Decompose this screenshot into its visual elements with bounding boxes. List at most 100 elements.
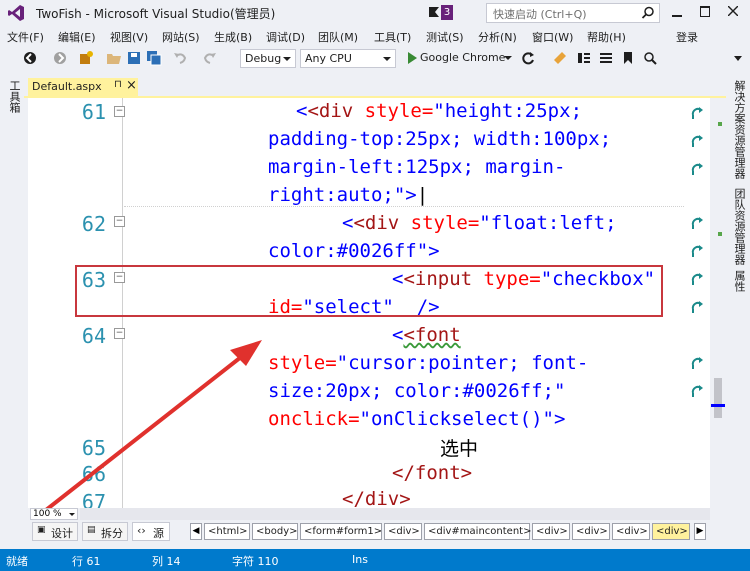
forward-icon[interactable] [52, 50, 68, 66]
bookmark-icon[interactable] [620, 50, 636, 66]
breadcrumb-item-current[interactable]: <div> [652, 523, 690, 540]
save-all-icon[interactable] [146, 50, 162, 66]
refresh-icon [691, 357, 703, 369]
breadcrumb-item[interactable]: <html> [204, 523, 250, 540]
breadcrumb-next-icon[interactable]: ▶ [694, 523, 706, 540]
collapse-icon[interactable]: − [114, 106, 125, 117]
menu-test[interactable]: 测试(S) [426, 29, 464, 45]
start-debugging-icon[interactable] [404, 50, 420, 66]
breadcrumb-label: <html> [208, 526, 248, 537]
menu-window[interactable]: 窗口(W) [532, 29, 573, 45]
code-line: <<font [392, 324, 461, 346]
breadcrumb-prev-icon[interactable]: ◀ [190, 523, 202, 540]
comment-icon[interactable] [576, 50, 592, 66]
tag-bracket: > [428, 240, 440, 262]
team-explorer-tab[interactable]: 团队资源管理器 [731, 188, 747, 265]
design-view-button[interactable]: ▣ 设计 [32, 522, 78, 541]
design-icon: ▣ [37, 525, 46, 535]
highlight-box [75, 265, 663, 317]
refresh-icon [691, 301, 703, 313]
quick-launch-input[interactable]: 快速启动 (Ctrl+Q) [486, 3, 660, 23]
configuration-select[interactable]: Debug [240, 49, 296, 68]
open-folder-icon[interactable] [106, 50, 122, 66]
solution-explorer-tab[interactable]: 解决方案资源管理器 [731, 80, 747, 179]
signin-link[interactable]: 登录 [676, 29, 698, 45]
menu-edit[interactable]: 编辑(E) [58, 29, 96, 45]
tag-bracket: > [553, 408, 566, 430]
maximize-button[interactable] [692, 2, 718, 22]
back-icon[interactable] [22, 50, 38, 66]
run-target-label[interactable]: Google Chrome [420, 51, 505, 64]
attr-name: style= [268, 352, 337, 374]
tab-close-icon[interactable]: × [126, 78, 137, 93]
pin-icon[interactable]: ⊓ [114, 79, 122, 90]
menu-file[interactable]: 文件(F) [7, 29, 44, 45]
attr-value: "height:25px; [433, 100, 583, 122]
scrollbar-thumb[interactable] [714, 378, 722, 418]
split-view-button[interactable]: ▤ 拆分 [82, 522, 128, 541]
zoom-combo[interactable]: 100 % [30, 508, 78, 520]
undo-icon[interactable] [172, 50, 188, 66]
menu-help[interactable]: 帮助(H) [587, 29, 626, 45]
horizontal-scrollbar[interactable] [80, 508, 710, 520]
toolbox-tab[interactable]: 工具箱 [6, 80, 22, 113]
uncomment-icon[interactable] [598, 50, 614, 66]
chevron-down-icon[interactable] [504, 56, 512, 60]
code-line: color:#0026ff"> [268, 240, 440, 262]
code-line: </font> [392, 462, 473, 484]
tag-name: <div [307, 100, 354, 122]
breadcrumb-item[interactable]: <form#form1> [300, 523, 382, 540]
menu-analyze[interactable]: 分析(N) [478, 29, 517, 45]
breadcrumb-item[interactable]: <div> [612, 523, 650, 540]
code-line: style="cursor:pointer; font- [268, 352, 588, 374]
menu-tools[interactable]: 工具(T) [374, 29, 411, 45]
attr-value: color:#0026ff" [268, 240, 429, 262]
source-view-label: 源 [153, 527, 164, 540]
line-number: 62 [81, 212, 106, 236]
breadcrumb-label: <div#maincontent> [428, 526, 532, 537]
tab-default-aspx[interactable]: Default.aspx ⊓ × [28, 78, 138, 96]
line-number: 61 [81, 100, 106, 124]
redo-icon[interactable] [202, 50, 218, 66]
menu-website[interactable]: 网站(S) [162, 29, 200, 45]
status-column: 列 14 [152, 555, 181, 568]
breadcrumb-item[interactable]: <div> [384, 523, 422, 540]
menu-debug[interactable]: 调试(D) [266, 29, 305, 45]
properties-tab[interactable]: 属性 [731, 270, 747, 292]
menu-build[interactable]: 生成(B) [214, 29, 252, 45]
platform-select[interactable]: Any CPU [300, 49, 396, 68]
close-button[interactable] [720, 2, 746, 22]
breadcrumb-item[interactable]: <body> [252, 523, 298, 540]
notifications-button[interactable]: 3 [428, 4, 454, 22]
breadcrumb-item[interactable]: <div> [532, 523, 570, 540]
breadcrumb-item[interactable]: <div> [572, 523, 610, 540]
flag-icon [429, 7, 439, 17]
find-icon[interactable] [642, 50, 658, 66]
toolbar-options-icon[interactable] [730, 50, 746, 66]
refresh-icon [691, 217, 703, 229]
browser-link-icon[interactable] [552, 50, 568, 66]
breadcrumb-label: <div> [656, 526, 688, 537]
minimize-button[interactable] [664, 2, 690, 22]
chevron-down-icon [283, 57, 291, 61]
platform-value: Any CPU [305, 52, 352, 65]
status-line: 行 61 [72, 555, 101, 568]
attr-value: right:auto;" [268, 184, 406, 206]
new-project-icon[interactable] [78, 50, 94, 66]
configuration-value: Debug [245, 52, 282, 65]
save-icon[interactable] [126, 50, 142, 66]
refresh-browser-icon[interactable] [520, 50, 536, 66]
vertical-scrollbar[interactable] [710, 98, 726, 508]
menu-view[interactable]: 视图(V) [110, 29, 148, 45]
tag-name: <font [403, 324, 461, 346]
code-line: size:20px; color:#0026ff;" [268, 380, 566, 402]
attr-name: style= [399, 212, 480, 234]
caret-marker [711, 404, 725, 407]
breadcrumb-item[interactable]: <div#maincontent> [424, 523, 532, 540]
code-line: right:auto;">| [268, 184, 429, 206]
collapse-icon[interactable]: − [114, 216, 125, 227]
source-view-button[interactable]: ‹› 源 [132, 522, 170, 541]
refresh-icon [691, 163, 703, 175]
menu-team[interactable]: 团队(M) [318, 29, 358, 45]
refresh-icon [691, 135, 703, 147]
